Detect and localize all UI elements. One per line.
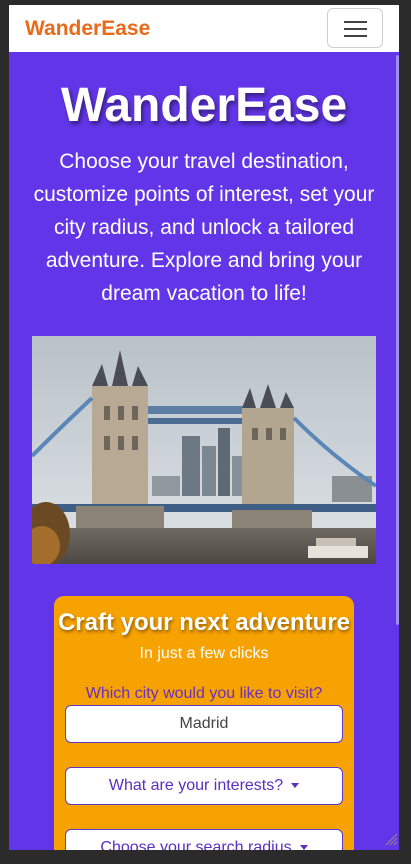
radius-dropdown-button[interactable]: Choose your search radius xyxy=(65,829,343,850)
brand-logo-link[interactable]: WanderEase xyxy=(25,17,150,41)
card-title: Craft your next adventure xyxy=(57,609,351,636)
hamburger-menu-icon-line xyxy=(344,28,367,30)
radius-dropdown-label: Choose your search radius xyxy=(100,839,292,850)
page-scrollbar[interactable] xyxy=(396,55,399,625)
hero-image-tower-bridge xyxy=(32,336,376,564)
interests-dropdown-label: What are your interests? xyxy=(108,777,284,794)
hero-title: WanderEase xyxy=(60,79,348,132)
hamburger-menu-icon xyxy=(344,21,367,23)
city-input[interactable] xyxy=(65,705,343,743)
hamburger-menu-icon-line xyxy=(344,35,367,37)
trip-planner-card: Craft your next adventure In just a few … xyxy=(54,596,354,850)
card-subtitle: In just a few clicks xyxy=(139,645,269,662)
interests-dropdown-button[interactable]: What are your interests? xyxy=(65,767,343,805)
caret-down-icon xyxy=(291,783,300,789)
hero-description: Choose your travel destination, customiz… xyxy=(33,150,375,305)
navbar-toggle-button[interactable] xyxy=(327,8,383,48)
resize-grip-icon[interactable] xyxy=(384,832,398,846)
page-viewport: WanderEase WanderEase Choose your travel… xyxy=(9,5,399,850)
navbar: WanderEase xyxy=(9,5,399,52)
browser-frame: WanderEase WanderEase Choose your travel… xyxy=(0,0,411,864)
caret-down-icon xyxy=(299,845,308,850)
city-label: Which city would you like to visit? xyxy=(85,685,323,702)
